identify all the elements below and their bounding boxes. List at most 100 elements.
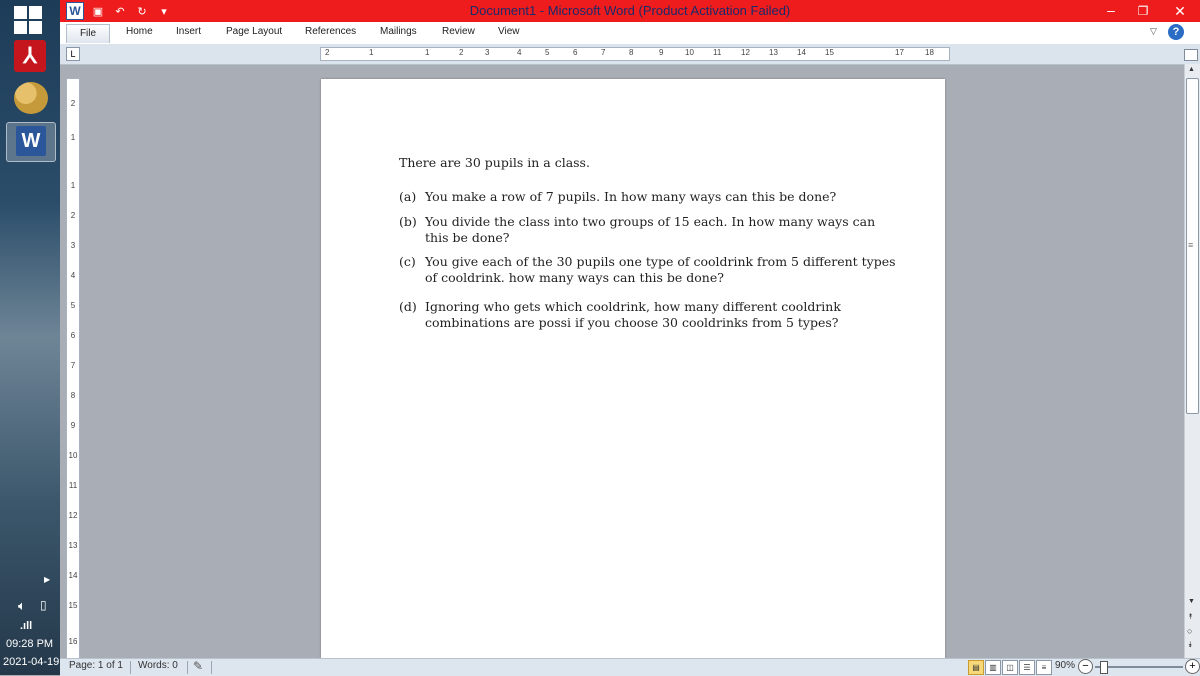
tab-selector[interactable]: L [66, 47, 80, 61]
question-label: (b) [399, 213, 417, 229]
horizontal-ruler[interactable]: 2 1 1 2 3 4 5 6 7 8 9 10 11 12 13 14 15 … [320, 47, 950, 61]
document-body[interactable]: There are 30 pupils in a class. (a) You … [399, 155, 899, 339]
document-page[interactable]: There are 30 pupils in a class. (a) You … [321, 79, 945, 675]
word-icon: W [16, 126, 46, 156]
ruler-tick: 3 [70, 241, 76, 250]
minimize-button[interactable]: – [1096, 0, 1126, 22]
ruler-tick: 2 [459, 48, 464, 57]
windows-logo-icon[interactable] [14, 6, 42, 34]
draft-view-icon[interactable]: ≡ [1036, 660, 1052, 675]
taskbar-word[interactable]: W [6, 122, 56, 162]
network-icon[interactable]: ▯ [40, 598, 47, 612]
signal-icon[interactable]: .ıll [20, 620, 32, 632]
tab-view[interactable]: View [498, 26, 520, 37]
tab-mailings[interactable]: Mailings [380, 26, 417, 37]
previous-page-icon[interactable]: ⯭ [1188, 612, 1193, 622]
ruler-tick: 2 [70, 211, 76, 220]
ruler-tick: 2 [70, 99, 76, 108]
ruler-tick: 1 [369, 48, 374, 57]
ruler-bar: L 2 1 1 2 3 4 5 6 7 8 9 10 11 12 13 14 1… [60, 44, 1200, 65]
vertical-ruler[interactable]: 2 1 1 2 3 4 5 6 7 8 9 10 11 12 13 14 15 … [66, 78, 80, 660]
ruler-tick: 2 [325, 48, 330, 57]
browse-object-icon[interactable]: ○ [1187, 626, 1192, 636]
ruler-tick: 17 [895, 48, 904, 57]
ruler-tick: 11 [713, 48, 722, 57]
ruler-tick: 8 [70, 391, 76, 400]
status-bar: Page: 1 of 1 Words: 0 ✎ ▤ ▥ ◫ ☰ ≡ 90% − … [60, 658, 1200, 676]
ruler-tick: 16 [68, 637, 78, 646]
ruler-tick: 5 [70, 301, 76, 310]
window-title: Document1 - Microsoft Word (Product Acti… [469, 3, 791, 18]
tab-review[interactable]: Review [442, 26, 475, 37]
ruler-tick: 12 [68, 511, 78, 520]
ruler-tick: 15 [68, 601, 78, 610]
taskbar-paint[interactable] [6, 80, 54, 118]
word-count[interactable]: Words: 0 [138, 660, 178, 671]
ruler-tick: 15 [825, 48, 834, 57]
title-bar: W ▣ ↶ ↻ ▾ Document1 - Microsoft Word (Pr… [60, 0, 1200, 22]
scroll-up-icon[interactable]: ▲ [1188, 66, 1195, 73]
zoom-slider-thumb[interactable] [1100, 661, 1108, 674]
document-intro: There are 30 pupils in a class. [399, 155, 590, 170]
zoom-in-button[interactable]: + [1185, 659, 1200, 674]
help-button[interactable]: ? [1168, 24, 1184, 40]
tray-expand-icon[interactable]: ▶ [44, 575, 50, 584]
status-divider [187, 661, 188, 674]
question-text: You give each of the 30 pupils one type … [425, 254, 896, 286]
question-text: You make a row of 7 pupils. In how many … [425, 189, 837, 205]
question-label: (a) [399, 189, 417, 205]
next-page-icon[interactable]: ⯯ [1188, 640, 1193, 650]
proofing-icon[interactable]: ✎ [193, 659, 203, 673]
tab-file[interactable]: File [66, 24, 110, 43]
zoom-slider[interactable] [1095, 666, 1183, 668]
ruler-tick: 12 [741, 48, 750, 57]
clock-time[interactable]: 09:28 PM [6, 638, 53, 650]
ruler-tick: 14 [797, 48, 806, 57]
print-layout-view-icon[interactable]: ▤ [968, 660, 984, 675]
ruler-tick: 5 [545, 48, 550, 57]
ruler-tick: 1 [70, 133, 76, 142]
minimize-ribbon-icon[interactable]: ▽ [1150, 26, 1157, 37]
speaker-icon[interactable]: 🔈︎ [18, 598, 26, 614]
question-label: (c) [399, 254, 416, 269]
ruler-tick: 14 [68, 571, 78, 580]
ruler-tick: 18 [925, 48, 934, 57]
tab-home[interactable]: Home [126, 26, 153, 37]
outline-view-icon[interactable]: ☰ [1019, 660, 1035, 675]
full-screen-reading-icon[interactable]: ▥ [985, 660, 1001, 675]
acrobat-icon: ⅄ [14, 40, 46, 72]
question-item: (d) Ignoring who gets which cooldrink, h… [399, 299, 899, 332]
ruler-tick: 9 [659, 48, 664, 57]
question-item: (a) You make a row of 7 pupils. In how m… [399, 189, 899, 205]
question-text: You divide the class into two groups of … [425, 213, 876, 245]
question-text: Ignoring who gets which cooldrink, how m… [425, 298, 841, 330]
close-button[interactable]: ✕ [1160, 0, 1200, 22]
ruler-tick: 13 [68, 541, 78, 550]
clock-date[interactable]: 2021-04-19 [3, 656, 59, 668]
question-label: (d) [399, 298, 417, 314]
ruler-tick: 6 [70, 331, 76, 340]
ruler-tick: 11 [68, 481, 78, 490]
question-item: (b) You divide the class into two groups… [399, 214, 899, 247]
zoom-out-button[interactable]: − [1078, 659, 1093, 674]
ruler-tick: 3 [485, 48, 490, 57]
grip-icon: ≡ [1188, 240, 1194, 250]
ruler-tick: 10 [68, 451, 78, 460]
ruler-tick: 1 [70, 181, 76, 190]
page-count[interactable]: Page: 1 of 1 [69, 660, 123, 671]
tab-insert[interactable]: Insert [176, 26, 201, 37]
scroll-down-icon[interactable]: ▼ [1188, 598, 1195, 605]
restore-button[interactable]: ❐ [1128, 0, 1158, 22]
ruler-tick: 4 [517, 48, 522, 57]
ruler-tick: 7 [601, 48, 606, 57]
tab-references[interactable]: References [305, 26, 356, 37]
tab-page-layout[interactable]: Page Layout [226, 26, 282, 37]
web-layout-icon[interactable]: ◫ [1002, 660, 1018, 675]
view-ruler-icon[interactable] [1184, 49, 1198, 61]
word-window: W ▣ ↶ ↻ ▾ Document1 - Microsoft Word (Pr… [60, 0, 1200, 676]
taskbar-acrobat[interactable]: ⅄ [6, 38, 54, 76]
zoom-level[interactable]: 90% [1055, 660, 1075, 671]
ribbon-tabs: File Home Insert Page Layout References … [60, 22, 1200, 45]
question-item: (c) You give each of the 30 pupils one t… [399, 254, 899, 287]
ruler-tick: 10 [685, 48, 694, 57]
